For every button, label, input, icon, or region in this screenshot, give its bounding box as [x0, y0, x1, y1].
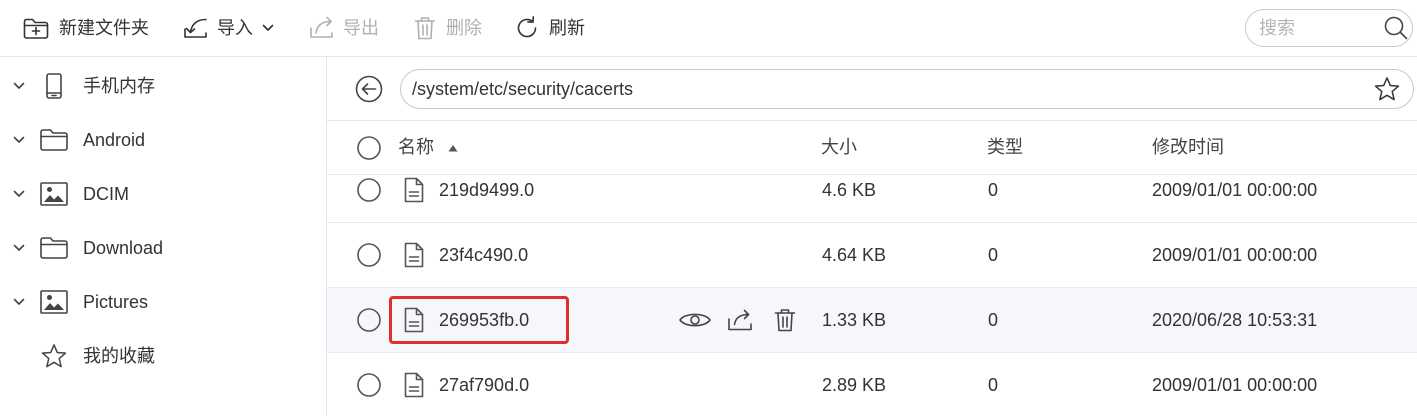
path-input[interactable] [400, 69, 1414, 109]
file-modified: 2009/01/01 00:00:00 [1152, 244, 1318, 265]
sidebar-item-pictures[interactable]: Pictures [0, 275, 326, 329]
file-icon [403, 177, 425, 203]
file-name[interactable]: 23f4c490.0 [439, 223, 528, 287]
file-size: 4.6 KB [822, 179, 877, 200]
refresh-button[interactable]: 刷新 [514, 0, 585, 56]
file-type: 0 [988, 374, 999, 395]
share-icon[interactable] [726, 308, 754, 332]
file-type: 0 [988, 244, 999, 265]
select-all-checkbox[interactable] [357, 136, 381, 160]
new-folder-button[interactable]: 新建文件夹 [22, 0, 149, 56]
file-modified: 2009/01/01 00:00:00 [1152, 374, 1318, 395]
table-header: 名称 大小 类型 修改时间 [327, 121, 1417, 175]
select-checkbox[interactable] [357, 178, 381, 202]
image-icon [39, 181, 69, 207]
phone-icon [39, 73, 69, 99]
trash-icon[interactable] [773, 307, 797, 333]
sidebar-item-dcim[interactable]: DCIM [0, 167, 326, 221]
file-rows: 219d9499.0 4.6 KB 0 2009/01/01 00:00:00 … [327, 175, 1417, 416]
path-bar [327, 57, 1417, 121]
import-icon [182, 15, 210, 41]
sidebar-item-label: DCIM [83, 184, 129, 204]
folder-icon [39, 127, 69, 153]
sidebar: 手机内存 Android DCIM Download Pictures 我的收藏 [0, 57, 327, 416]
column-header-modified[interactable]: 修改时间 [1152, 121, 1224, 174]
new-folder-label: 新建文件夹 [59, 18, 149, 38]
column-header-size[interactable]: 大小 [821, 121, 857, 174]
sidebar-item-favorites[interactable]: 我的收藏 [0, 329, 326, 383]
file-icon [403, 307, 425, 333]
sidebar-item-label: 手机内存 [83, 76, 155, 96]
sidebar-item-label: Pictures [83, 292, 149, 312]
file-modified: 2009/01/01 00:00:00 [1152, 179, 1318, 200]
file-type: 0 [988, 309, 999, 330]
select-checkbox[interactable] [357, 243, 381, 267]
table-row[interactable]: 269953fb.0 1.33 KB 0 2020/06/28 10:53:31 [327, 288, 1417, 353]
eye-icon[interactable] [678, 309, 712, 331]
delete-button[interactable]: 删除 [413, 0, 482, 56]
table-row[interactable]: 27af790d.0 2.89 KB 0 2009/01/01 00:00:00 [327, 353, 1417, 416]
sidebar-item-download[interactable]: Download [0, 221, 326, 275]
file-name[interactable]: 27af790d.0 [439, 353, 529, 416]
chevron-down-icon[interactable] [13, 82, 25, 90]
sort-asc-icon [448, 144, 458, 152]
file-icon [403, 372, 425, 398]
export-button[interactable]: 导出 [308, 0, 379, 56]
chevron-down-icon[interactable] [13, 298, 25, 306]
sidebar-item-label: Download [83, 238, 164, 258]
image-icon [39, 289, 69, 315]
chevron-down-icon[interactable] [13, 136, 25, 144]
search-input[interactable] [1246, 10, 1378, 46]
export-label: 导出 [343, 18, 379, 38]
search-box [1245, 9, 1413, 47]
file-size: 4.64 KB [822, 244, 887, 265]
file-modified: 2020/06/28 10:53:31 [1152, 309, 1318, 330]
file-name[interactable]: 219d9499.0 [439, 175, 534, 222]
toolbar: 新建文件夹 导入 导出 删除 刷新 [0, 0, 1417, 57]
chevron-down-icon[interactable] [262, 24, 274, 32]
folder-plus-icon [22, 15, 50, 41]
back-arrow-icon[interactable] [355, 75, 383, 103]
export-icon [308, 15, 336, 41]
file-size: 2.89 KB [822, 374, 887, 395]
refresh-label: 刷新 [549, 18, 585, 38]
trash-icon [413, 15, 437, 41]
chevron-down-icon[interactable] [13, 244, 25, 252]
import-button[interactable]: 导入 [182, 0, 274, 56]
chevron-down-icon[interactable] [13, 190, 25, 198]
table-row[interactable]: 219d9499.0 4.6 KB 0 2009/01/01 00:00:00 [327, 175, 1417, 223]
star-icon [39, 343, 69, 369]
file-name[interactable]: 269953fb.0 [439, 288, 529, 352]
file-list[interactable]: 219d9499.0 4.6 KB 0 2009/01/01 00:00:00 … [327, 175, 1417, 416]
sidebar-item-android[interactable]: Android [0, 113, 326, 167]
delete-label: 删除 [446, 18, 482, 38]
file-type: 0 [988, 179, 999, 200]
column-header-type[interactable]: 类型 [987, 121, 1023, 174]
sidebar-item-label: Android [83, 130, 146, 150]
star-icon[interactable] [1374, 76, 1400, 102]
file-icon [403, 242, 425, 268]
sidebar-item-label: 我的收藏 [83, 346, 155, 366]
file-size: 1.33 KB [822, 309, 887, 330]
sidebar-item-phone-storage[interactable]: 手机内存 [0, 59, 326, 113]
table-row[interactable]: 23f4c490.0 4.64 KB 0 2009/01/01 00:00:00 [327, 223, 1417, 288]
search-icon[interactable] [1383, 15, 1409, 41]
folder-icon [39, 235, 69, 261]
refresh-icon [514, 15, 540, 41]
select-checkbox[interactable] [357, 308, 381, 332]
import-label: 导入 [217, 18, 253, 38]
file-browser: 名称 大小 类型 修改时间 219d9499.0 4.6 KB 0 2009/0… [327, 57, 1417, 416]
column-header-name[interactable]: 名称 [398, 121, 434, 174]
select-checkbox[interactable] [357, 373, 381, 397]
